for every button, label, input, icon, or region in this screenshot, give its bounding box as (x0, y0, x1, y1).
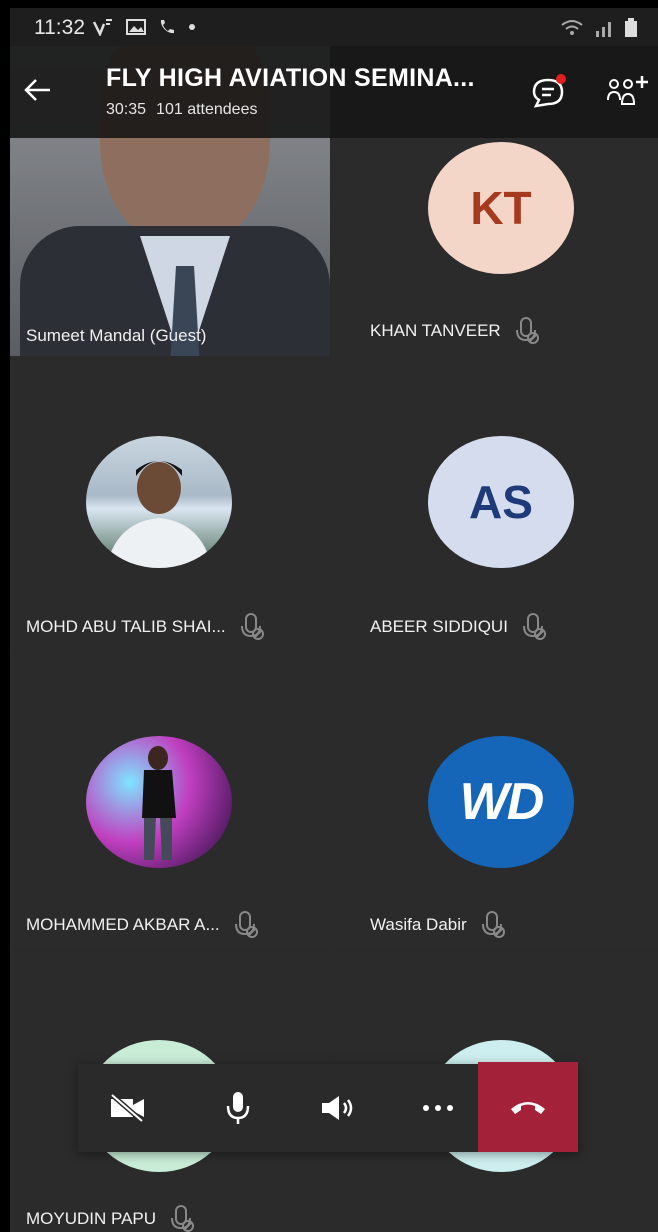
mic-off-icon (240, 613, 264, 640)
participant-tile[interactable]: MOHD ABU TALIB SHAI... (10, 356, 330, 652)
meeting-screen: 11:32 Sumeet Mandal (Guest) KT KHAN TANV… (10, 8, 658, 1232)
participant-name: MOHAMMED AKBAR A... (26, 915, 220, 934)
microphone-button[interactable] (198, 1064, 278, 1152)
call-controls (78, 1062, 578, 1152)
meeting-duration: 30:35 (106, 101, 147, 118)
speaker-button[interactable] (298, 1064, 378, 1152)
avatar-initials: KT (470, 182, 532, 234)
avatar: KT (428, 142, 574, 274)
battery-icon (625, 18, 637, 37)
meeting-header: FLY HIGH AVIATION SEMINA... 30:35 101 att… (10, 46, 658, 138)
more-options-button[interactable] (398, 1064, 478, 1152)
mic-off-icon (522, 613, 546, 640)
participant-name: KHAN TANVEER (370, 321, 501, 340)
participant-name: Wasifa Dabir (370, 915, 467, 934)
camera-toggle-button[interactable] (88, 1064, 168, 1152)
avatar-photo (86, 736, 232, 868)
avatar-logo: WD (428, 736, 574, 868)
video-off-icon (110, 1093, 144, 1123)
wifi-icon (561, 20, 583, 35)
avatar: AS (428, 436, 574, 568)
dot-icon (189, 24, 195, 30)
participant-tile[interactable]: MOHAMMED AKBAR A... (10, 654, 330, 950)
hang-up-icon (511, 1102, 545, 1114)
participant-name: ABEER SIDDIQUI (370, 617, 508, 636)
meeting-title: FLY HIGH AVIATION SEMINA... (106, 64, 475, 92)
wifi-call-icon (92, 19, 112, 36)
phone-icon (160, 20, 174, 34)
more-options-icon (423, 1105, 453, 1111)
participant-name: MOHD ABU TALIB SHAI... (26, 617, 226, 636)
status-bar: 11:32 (10, 8, 658, 46)
microphone-icon (226, 1092, 250, 1124)
mic-off-icon (171, 1205, 195, 1232)
chat-icon[interactable] (528, 72, 568, 112)
back-arrow-icon[interactable] (16, 68, 60, 112)
mic-off-icon (234, 911, 258, 938)
participant-tile[interactable]: WD Wasifa Dabir (332, 654, 658, 950)
status-time: 11:32 (34, 16, 85, 39)
signal-icon (596, 22, 611, 37)
speaker-icon (322, 1096, 353, 1120)
participant-tile[interactable]: AS ABEER SIDDIQUI (332, 356, 658, 652)
hang-up-button[interactable] (478, 1062, 578, 1152)
participant-name: Sumeet Mandal (Guest) (26, 326, 207, 345)
avatar-logo-text: WD (459, 773, 545, 831)
attendee-count: 101 attendees (156, 101, 258, 118)
mic-off-icon (515, 317, 539, 344)
avatar-initials: AS (469, 476, 533, 528)
add-people-icon[interactable] (604, 72, 650, 112)
gallery-icon (126, 19, 146, 35)
avatar-photo (86, 436, 232, 568)
mic-off-icon (481, 911, 505, 938)
participant-name: MOYUDIN PAPU (26, 1209, 157, 1228)
